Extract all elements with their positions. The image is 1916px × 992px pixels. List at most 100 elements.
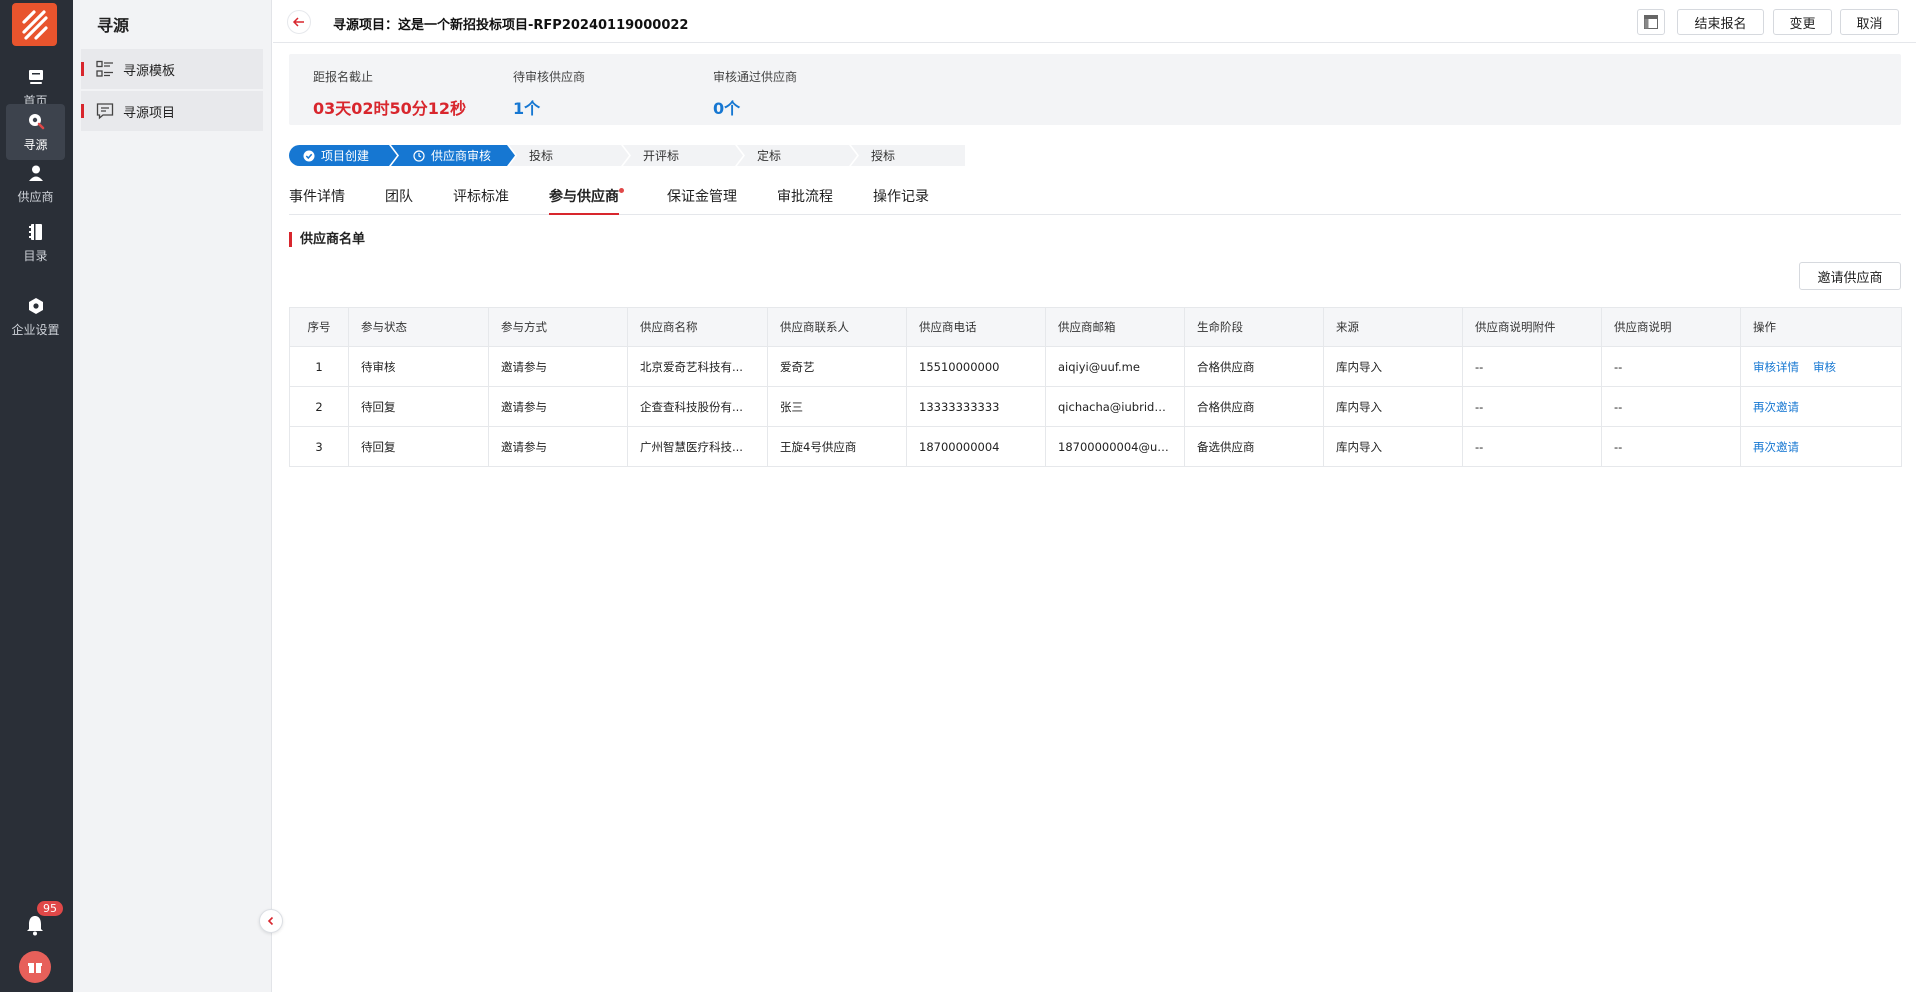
collapse-sidebar-button[interactable]	[259, 909, 283, 933]
column-header: 参与状态	[348, 307, 489, 347]
tab-approval-flow[interactable]: 审批流程	[777, 186, 833, 215]
reinvite-link[interactable]: 再次邀请	[1753, 440, 1799, 454]
sidebar-item-templates[interactable]: 寻源模板	[81, 49, 263, 89]
cell-actions: 再次邀请	[1740, 386, 1902, 427]
change-button[interactable]: 变更	[1773, 9, 1832, 35]
sourcing-icon	[28, 113, 44, 129]
end-registration-button[interactable]: 结束报名	[1677, 9, 1764, 35]
rail-item-sourcing[interactable]: 寻源	[6, 104, 65, 160]
stat-label: 待审核供应商	[513, 70, 586, 84]
chevron-left-icon	[267, 916, 274, 926]
tab-label: 参与供应商	[549, 189, 619, 205]
list-icon	[96, 60, 113, 77]
cell-stage: 合格供应商	[1184, 386, 1324, 427]
step-label: 定标	[757, 149, 782, 163]
cell-mode: 邀请参与	[488, 346, 628, 387]
bell-icon[interactable]	[24, 914, 46, 936]
cell-attachment: --	[1462, 346, 1602, 387]
cell-no: 1	[289, 346, 349, 387]
cancel-button[interactable]: 取消	[1840, 9, 1899, 35]
cell-no: 2	[289, 386, 349, 427]
cell-note: --	[1601, 346, 1741, 387]
layout-toggle-button[interactable]	[1637, 9, 1665, 35]
notification-badge: 95	[36, 900, 64, 917]
cell-email: aiqiyi@uuf.me	[1045, 346, 1185, 387]
step-project-created: 项目创建	[289, 145, 397, 166]
tab-deposit-management[interactable]: 保证金管理	[667, 186, 737, 215]
cell-stage: 备选供应商	[1184, 426, 1324, 467]
sidebar-item-label: 寻源模板	[123, 63, 176, 79]
column-header: 供应商联系人	[767, 307, 907, 347]
back-button[interactable]	[287, 10, 311, 34]
cell-source: 库内导入	[1323, 386, 1463, 427]
step-label: 授标	[871, 149, 896, 163]
tab-team[interactable]: 团队	[385, 186, 413, 215]
tab-event-details[interactable]: 事件详情	[289, 186, 345, 215]
cell-supplier-name: 北京爱奇艺科技有...	[627, 346, 768, 387]
step-supplier-review: 供应商审核	[391, 145, 515, 166]
stat-value: 0个	[713, 99, 741, 118]
tab-participating-suppliers[interactable]: 参与供应商	[549, 186, 624, 215]
sidebar-title: 寻源	[97, 16, 130, 35]
cell-email: 18700000004@uuf...	[1045, 426, 1185, 467]
cell-status: 待回复	[348, 386, 489, 427]
tab-bar: 事件详情 团队 评标标准 参与供应商 保证金管理 审批流程 操作记录	[289, 185, 1901, 215]
cell-email: qichacha@iubridg...	[1045, 386, 1185, 427]
step-label: 项目创建	[321, 149, 370, 163]
cell-contact: 王旋4号供应商	[767, 426, 907, 467]
column-header: 供应商名称	[627, 307, 768, 347]
step-bidding: 投标	[509, 145, 629, 166]
review-link[interactable]: 审核	[1813, 360, 1836, 374]
check-circle-icon	[303, 150, 315, 161]
cell-note: --	[1601, 386, 1741, 427]
step-award-decision: 定标	[737, 145, 857, 166]
table-header-row: 序号 参与状态 参与方式 供应商名称 供应商联系人 供应商电话 供应商邮箱 生命…	[289, 307, 1902, 347]
rail-item-label: 企业设置	[11, 322, 60, 337]
rail-item-catalog[interactable]: 目录	[6, 215, 65, 271]
cell-actions: 审核详情 审核	[1740, 346, 1902, 387]
cell-mode: 邀请参与	[488, 386, 628, 427]
rail-item-label: 目录	[23, 248, 48, 263]
rail-item-settings[interactable]: 企业设置	[6, 289, 65, 345]
step-label: 投标	[529, 149, 554, 163]
cell-mode: 邀请参与	[488, 426, 628, 467]
column-header: 操作	[1740, 307, 1902, 347]
app-logo[interactable]	[12, 3, 57, 46]
avatar[interactable]	[19, 951, 51, 983]
tab-operation-log[interactable]: 操作记录	[873, 186, 929, 215]
invite-supplier-button[interactable]: 邀请供应商	[1799, 262, 1901, 290]
sidebar-item-projects[interactable]: 寻源项目	[81, 91, 263, 131]
settings-icon	[28, 297, 43, 314]
cell-phone: 15510000000	[906, 346, 1046, 387]
clock-icon	[413, 149, 425, 162]
column-header: 序号	[289, 307, 349, 347]
rail-item-label: 寻源	[23, 137, 48, 152]
cell-source: 库内导入	[1323, 426, 1463, 467]
column-header: 供应商说明附件	[1462, 307, 1602, 347]
cell-status: 待审核	[348, 346, 489, 387]
stat-pending: 待审核供应商 1个	[513, 68, 585, 119]
home-icon	[28, 69, 43, 84]
table-row: 3 待回复 邀请参与 广州智慧医疗科技... 王旋4号供应商 187000000…	[289, 426, 1902, 467]
progress-stepper: 项目创建 供应商审核 投标 开评标 定标 授标	[289, 145, 965, 166]
column-header: 来源	[1323, 307, 1463, 347]
stat-approved: 审核通过供应商 0个	[713, 68, 797, 119]
gift-icon	[28, 963, 42, 973]
stats-card: 距报名截止 03天02时50分12秒 待审核供应商 1个 审核通过供应商 0个	[289, 54, 1901, 125]
cell-supplier-name: 企查查科技股份有...	[627, 386, 768, 427]
step-award: 授标	[851, 145, 965, 166]
column-header: 生命阶段	[1184, 307, 1324, 347]
page-title: 寻源项目：这是一个新招投标项目-RFP20240119000022	[333, 18, 689, 33]
rail-item-supplier[interactable]: 供应商	[6, 156, 65, 212]
reinvite-link[interactable]: 再次邀请	[1753, 400, 1799, 414]
stat-value: 1个	[513, 99, 541, 118]
column-header: 供应商说明	[1601, 307, 1741, 347]
layout-icon	[1644, 15, 1658, 29]
stat-value: 03天02时50分12秒	[313, 99, 467, 118]
stat-deadline: 距报名截止 03天02时50分12秒	[313, 68, 466, 119]
cell-status: 待回复	[348, 426, 489, 467]
review-details-link[interactable]: 审核详情	[1753, 360, 1799, 374]
tab-evaluation-criteria[interactable]: 评标标准	[453, 186, 509, 215]
supplier-icon	[28, 165, 43, 181]
tab-alert-dot	[619, 188, 624, 193]
